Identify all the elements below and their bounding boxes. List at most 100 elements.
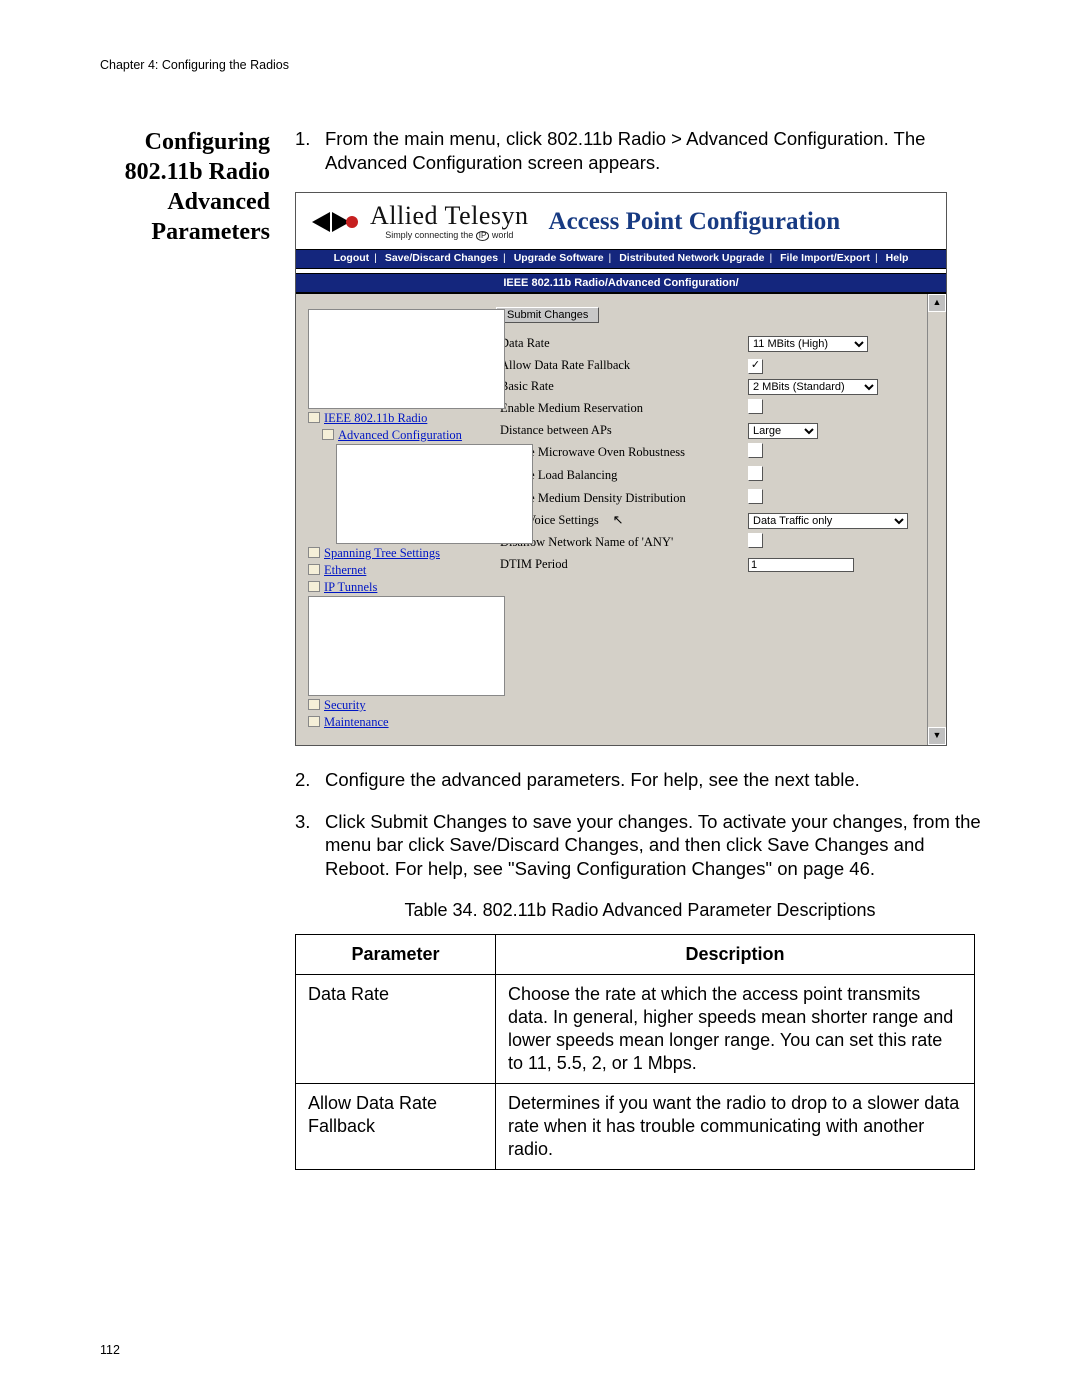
step-3: 3. Click Submit Changes to save your cha… xyxy=(295,810,985,881)
row-disallow-any: Disallow Network Name of 'ANY' xyxy=(496,531,922,554)
dtim-input[interactable] xyxy=(748,558,854,572)
menu-dist[interactable]: Distributed Network Upgrade xyxy=(619,252,764,264)
microwave-checkbox[interactable] xyxy=(748,443,763,458)
menu-save[interactable]: Save/Discard Changes xyxy=(385,252,498,264)
app-menubar: Logout| Save/Discard Changes| Upgrade So… xyxy=(296,249,946,267)
row-data-voice: Data/Voice Settings ↖ Data Traffic only xyxy=(496,510,922,531)
nav-advanced[interactable]: Advanced Configuration xyxy=(308,427,478,443)
table-caption: Table 34. 802.11b Radio Advanced Paramet… xyxy=(295,899,985,922)
field-label: Enable Medium Density Distribution xyxy=(496,487,744,510)
page-number: 112 xyxy=(100,1343,120,1357)
page-icon xyxy=(308,596,505,696)
allow-fallback-checkbox[interactable]: ✓ xyxy=(748,359,763,374)
table-row: Data Rate Choose the rate at which the a… xyxy=(296,974,975,1083)
step-number: 2. xyxy=(295,768,325,792)
param-desc-table: Parameter Description Data Rate Choose t… xyxy=(295,934,975,1170)
field-label: Data/Voice Settings ↖ xyxy=(496,510,744,531)
load-bal-checkbox[interactable] xyxy=(748,466,763,481)
row-data-rate: Data Rate 11 MBits (High) xyxy=(496,333,922,354)
folder-icon xyxy=(308,547,320,558)
nav-spanning[interactable]: Spanning Tree Settings xyxy=(308,545,478,561)
field-label: Enable Microwave Oven Robustness xyxy=(496,441,744,464)
location-bar: IEEE 802.11b Radio/Advanced Configuratio… xyxy=(296,274,946,294)
nav-ethernet[interactable]: Ethernet xyxy=(308,562,478,578)
desc-cell: Choose the rate at which the access poin… xyxy=(496,974,975,1083)
row-dtim: DTIM Period xyxy=(496,554,922,574)
nav-maint[interactable]: Maintenance xyxy=(308,714,478,730)
scroll-down-icon[interactable]: ▼ xyxy=(928,727,946,745)
step-text: Configure the advanced parameters. For h… xyxy=(325,768,985,792)
field-label: Enable Load Balancing xyxy=(496,464,744,487)
field-label: Enable Medium Reservation xyxy=(496,397,744,420)
folder-icon xyxy=(308,699,320,710)
field-label: Disallow Network Name of 'ANY' xyxy=(496,531,744,554)
nav-inbound[interactable]: Inbound Filters xyxy=(308,444,478,544)
scroll-up-icon[interactable]: ▲ xyxy=(928,294,946,312)
row-basic-rate: Basic Rate 2 MBits (Standard) xyxy=(496,376,922,397)
folder-icon xyxy=(308,581,320,592)
basic-rate-select[interactable]: 2 MBits (Standard) xyxy=(748,379,878,395)
field-label: Basic Rate xyxy=(496,376,744,397)
nav-iptunnels[interactable]: IP Tunnels xyxy=(308,579,478,595)
data-rate-select[interactable]: 11 MBits (High) xyxy=(748,336,868,352)
row-distance: Distance between APs Large xyxy=(496,420,922,441)
brand-name: Allied Telesyn xyxy=(370,203,529,229)
folder-icon xyxy=(308,716,320,727)
menu-logout[interactable]: Logout xyxy=(334,252,370,264)
field-label: Allow Data Rate Fallback xyxy=(496,354,744,376)
brand-logo-icon xyxy=(312,212,364,232)
menu-upgrade[interactable]: Upgrade Software xyxy=(514,252,604,264)
nav-security[interactable]: Security xyxy=(308,697,478,713)
nav-tree: TCP/IP Settings IEEE 802.11b Radio Advan… xyxy=(296,294,486,745)
row-med-density: Enable Medium Density Distribution xyxy=(496,487,922,510)
section-title-line: Configuring xyxy=(145,129,270,155)
nav-80211b[interactable]: IEEE 802.11b Radio xyxy=(308,410,478,426)
form-area: Submit Changes Data Rate 11 MBits (High)… xyxy=(486,294,946,745)
folder-icon xyxy=(322,429,334,440)
step-2: 2. Configure the advanced parameters. Fo… xyxy=(295,768,985,792)
menu-import[interactable]: File Import/Export xyxy=(780,252,870,264)
page-icon xyxy=(308,309,505,409)
field-label: Distance between APs xyxy=(496,420,744,441)
page-icon xyxy=(336,444,533,544)
med-density-checkbox[interactable] xyxy=(748,489,763,504)
param-cell: Data Rate xyxy=(296,974,496,1083)
submit-changes-button[interactable]: Submit Changes xyxy=(496,307,599,323)
folder-icon xyxy=(308,564,320,575)
nav-tcpip[interactable]: TCP/IP Settings xyxy=(308,309,478,409)
brand-tagline: Simply connecting the IP world xyxy=(370,231,529,241)
row-allow-fallback: Allow Data Rate Fallback ✓ xyxy=(496,354,922,376)
menu-help[interactable]: Help xyxy=(886,252,909,264)
app-title: Access Point Configuration xyxy=(549,206,841,238)
row-load-bal: Enable Load Balancing xyxy=(496,464,922,487)
section-title: Configuring 802.11b Radio Advanced Param… xyxy=(100,127,295,247)
col-header-parameter: Parameter xyxy=(296,934,496,974)
brand: Allied Telesyn Simply connecting the IP … xyxy=(312,203,529,241)
section-title-line: Advanced xyxy=(167,189,270,215)
distance-select[interactable]: Large xyxy=(748,423,818,439)
col-header-description: Description xyxy=(496,934,975,974)
step-1: 1. From the main menu, click 802.11b Rad… xyxy=(295,127,985,174)
folder-icon xyxy=(308,412,320,423)
field-label: DTIM Period xyxy=(496,554,744,574)
cursor-icon: ↖ xyxy=(602,512,624,527)
row-microwave: Enable Microwave Oven Robustness xyxy=(496,441,922,464)
param-cell: Allow Data Rate Fallback xyxy=(296,1083,496,1169)
step-number: 3. xyxy=(295,810,325,881)
section-title-line: Parameters xyxy=(151,219,270,245)
table-row: Allow Data Rate Fallback Determines if y… xyxy=(296,1083,975,1169)
nav-netmgmt[interactable]: Network Management xyxy=(308,596,478,696)
disallow-any-checkbox[interactable] xyxy=(748,533,763,548)
field-label: Data Rate xyxy=(496,333,744,354)
data-voice-select[interactable]: Data Traffic only xyxy=(748,513,908,529)
running-header: Chapter 4: Configuring the Radios xyxy=(100,58,985,72)
step-text: From the main menu, click 802.11b Radio … xyxy=(325,127,985,174)
app-window: Allied Telesyn Simply connecting the IP … xyxy=(295,192,947,746)
step-text: Click Submit Changes to save your change… xyxy=(325,810,985,881)
row-medium-res: Enable Medium Reservation xyxy=(496,397,922,420)
app-header: Allied Telesyn Simply connecting the IP … xyxy=(296,193,946,249)
step-number: 1. xyxy=(295,127,325,174)
medium-res-checkbox[interactable] xyxy=(748,399,763,414)
desc-cell: Determines if you want the radio to drop… xyxy=(496,1083,975,1169)
vertical-scrollbar[interactable]: ▲ ▼ xyxy=(927,294,946,745)
